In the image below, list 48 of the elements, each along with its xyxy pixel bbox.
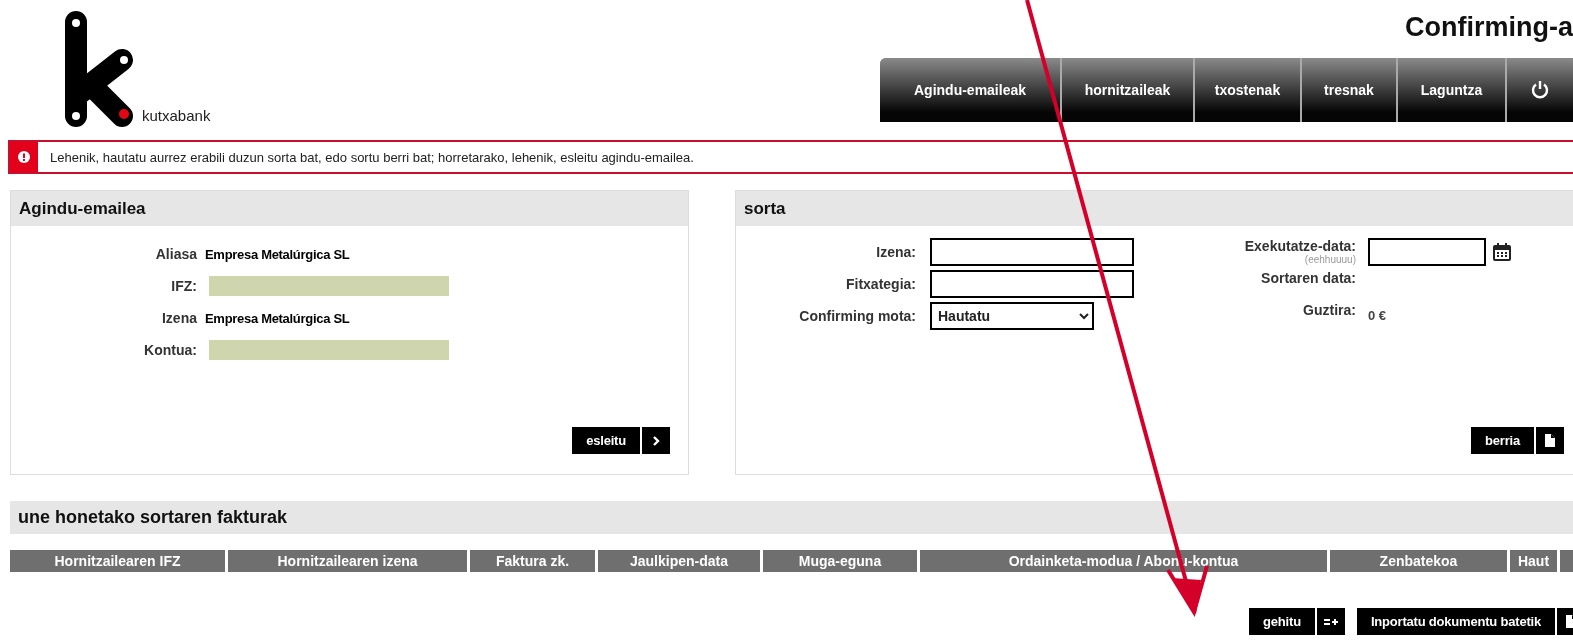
field-label: Confirming mota: (799, 308, 916, 324)
add-list-icon (1323, 616, 1338, 627)
power-icon (1530, 80, 1550, 100)
warning-icon (18, 151, 30, 163)
column-header: Jaulkipen-data (598, 550, 760, 572)
field-label: Fitxategia: (846, 276, 916, 292)
field-label: Guztira: (1303, 302, 1356, 318)
panel-title: sorta (744, 198, 786, 219)
field-label: Izena (162, 309, 197, 328)
nav-tab[interactable]: txostenak (1195, 58, 1302, 122)
nav-tab[interactable]: Agindu-emaileak (880, 58, 1062, 122)
column-header: Hornitzailearen IFZ (10, 550, 225, 572)
column-header: Hornitzailearen izena (228, 550, 467, 572)
input-field[interactable] (930, 270, 1134, 298)
field-label: IFZ: (171, 277, 197, 296)
chevron-right-icon (652, 435, 660, 446)
calendar-icon (1492, 242, 1512, 262)
page-title: Confirming-a (1405, 12, 1573, 43)
new-button[interactable]: berria (1471, 427, 1534, 454)
format-hint: (eehhuuuu) (1304, 254, 1356, 265)
field-label: Izena: (876, 244, 916, 260)
assign-button[interactable]: esleitu (572, 427, 640, 454)
column-header: Haut (1510, 550, 1557, 572)
type-dropdown[interactable]: Hautatu (930, 302, 1094, 330)
column-header: Muga-eguna (763, 550, 917, 572)
alert-message: Lehenik, hautatu aurrez erabili duzun sorta bat, edo sortu berri bat; horretarako, lehenik, esleitu agindu-emailea. (49, 148, 694, 167)
field-value: 0 € (1368, 307, 1388, 325)
field-label: Exekutatze-data: (1244, 238, 1356, 254)
add-row-button[interactable] (1316, 608, 1345, 635)
next-button[interactable] (642, 427, 670, 454)
nav-tab[interactable]: Laguntza (1398, 58, 1507, 122)
column-header: Faktura zk. (470, 550, 595, 572)
new-document-button[interactable] (1536, 427, 1564, 454)
column-header: Zenbatekoa (1330, 550, 1507, 572)
date-field[interactable] (1368, 238, 1486, 266)
field-label: Sortaren data: (1261, 270, 1356, 286)
field-label: Kontua: (144, 341, 197, 360)
nav-tab[interactable]: tresnak (1302, 58, 1398, 122)
field-label: Aliasa (155, 245, 197, 264)
calendar-button[interactable] (1492, 242, 1512, 262)
input-field[interactable] (930, 238, 1134, 266)
document-icon (1544, 433, 1556, 448)
import-button[interactable]: Inportatu dokumentu batetik (1356, 608, 1555, 635)
add-button[interactable]: gehitu (1249, 608, 1315, 635)
brand-name: kutxabank (142, 107, 211, 124)
panel-title: Agindu-emailea (19, 198, 146, 219)
section-title: une honetako sortaren fakturak (18, 507, 288, 528)
nav-tab[interactable]: hornitzaileak (1062, 58, 1195, 122)
